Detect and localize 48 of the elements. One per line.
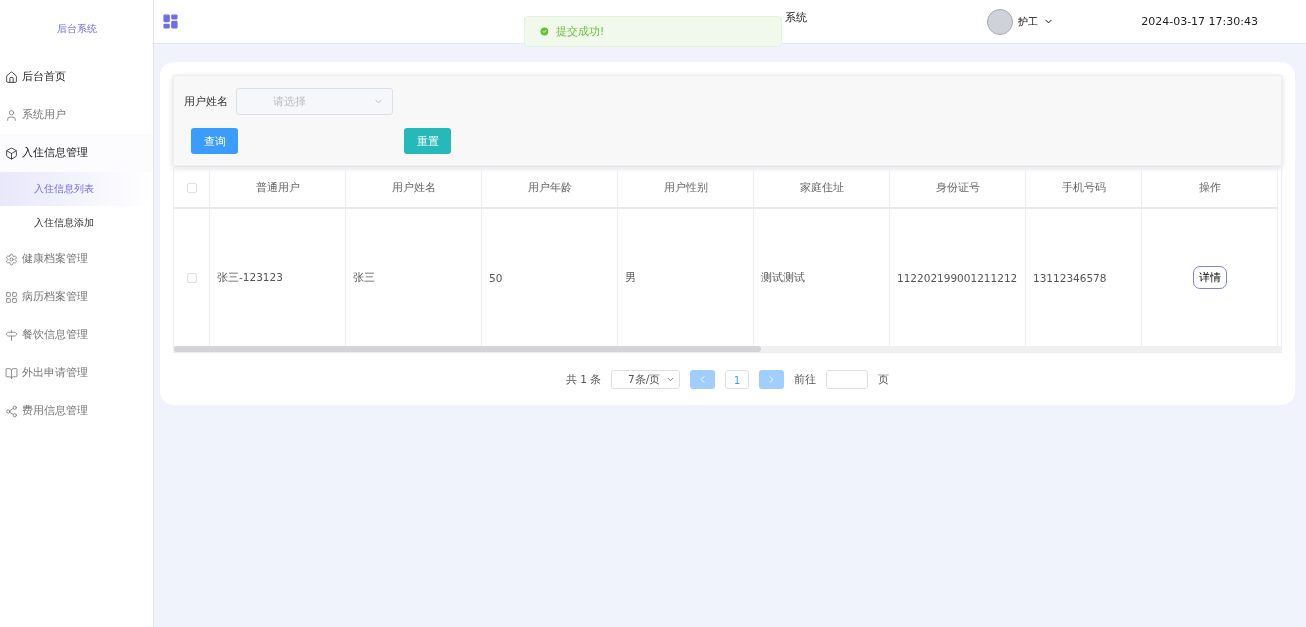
datetime: 2024-03-17 17:30:43 [1141, 15, 1258, 28]
gear-icon [5, 252, 18, 266]
home-icon [5, 70, 18, 84]
total-count: 共 1 条 [565, 372, 602, 387]
sidebar-item[interactable]: 入住信息管理 [22, 146, 88, 160]
sidebar-item[interactable]: 后台首页 [22, 70, 66, 84]
sidebar-item[interactable]: 健康档案管理 [22, 252, 88, 266]
page-unit: 页 [878, 372, 890, 387]
signboard-icon [5, 328, 18, 342]
page-size-select[interactable]: 7条/页 [611, 370, 681, 389]
menu-icon[interactable] [162, 13, 179, 30]
column-header: 用户年龄 [482, 168, 618, 209]
column-header: 手机号码 [1026, 168, 1142, 209]
grid-icon [5, 290, 18, 304]
share-icon [5, 404, 18, 418]
field-label: 用户姓名 [184, 94, 228, 109]
sidebar-item[interactable]: 餐饮信息管理 [22, 328, 88, 342]
toast-message: 提交成功! [556, 24, 605, 39]
sidebar-subitem[interactable]: 入住信息添加 [0, 206, 153, 240]
page-input[interactable] [826, 370, 869, 389]
brand-title: 后台系统 [56, 22, 97, 36]
user-name[interactable]: 护工 [1018, 14, 1038, 29]
sidebar-item[interactable]: 外出申请管理 [22, 366, 88, 380]
sidebar-item[interactable]: 费用信息管理 [22, 404, 88, 418]
query-button[interactable]: 查询 [191, 128, 238, 154]
goto-label: 前往 [794, 372, 817, 387]
scrollbar-thumb[interactable] [174, 346, 761, 352]
column-header: 身份证号 [890, 168, 1026, 209]
page-button[interactable]: 1 [725, 370, 750, 389]
sidebar-item[interactable]: 系统用户 [22, 108, 66, 122]
book-icon [5, 366, 18, 380]
prev-page-button[interactable] [690, 370, 716, 389]
detail-button[interactable]: 详情 [1192, 266, 1227, 289]
check-icon [539, 26, 550, 37]
user-icon [5, 108, 18, 122]
column-header: 用户姓名 [346, 168, 482, 209]
checkbox[interactable] [186, 182, 197, 193]
next-page-button[interactable] [759, 370, 785, 389]
sidebar-item[interactable]: 病历档案管理 [22, 290, 88, 304]
column-header: 用户性别 [618, 168, 754, 209]
column-header: 普通用户 [210, 168, 346, 209]
checkbox[interactable] [186, 272, 197, 283]
column-header: 操作 [1142, 168, 1278, 209]
avatar [987, 8, 1013, 35]
header-title: 系统 [785, 10, 807, 25]
chevron-down-icon [666, 375, 676, 384]
column-header: 家庭住址 [754, 168, 890, 209]
box-icon [5, 146, 18, 160]
